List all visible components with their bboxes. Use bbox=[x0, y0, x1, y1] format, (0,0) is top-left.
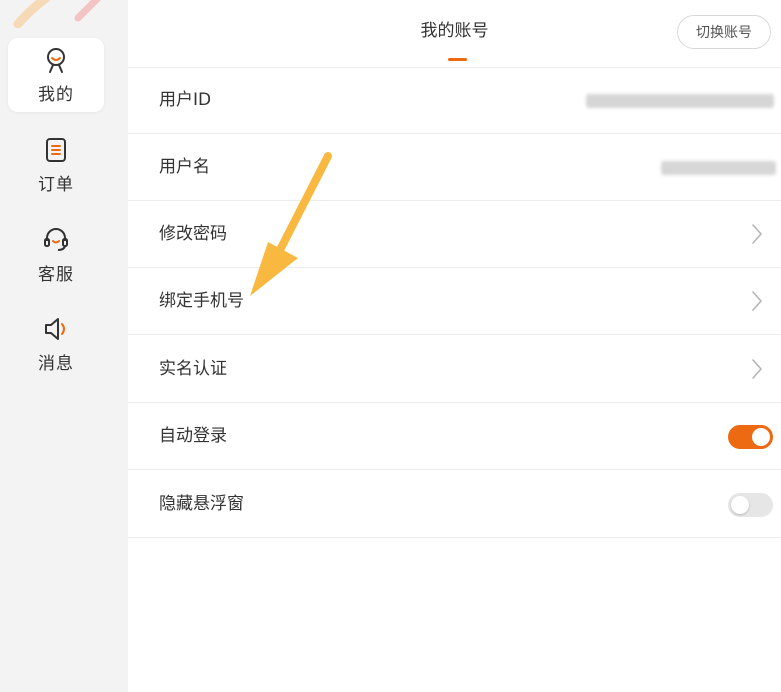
user-id-row: 用户ID bbox=[128, 67, 781, 134]
sidebar-item-support[interactable]: 客服 bbox=[8, 218, 104, 292]
username-row: 用户名 bbox=[128, 134, 781, 201]
sidebar-item-label: 订单 bbox=[38, 174, 74, 195]
title-underline bbox=[448, 58, 467, 61]
bind-phone-row[interactable]: 绑定手机号 bbox=[128, 268, 781, 335]
auto-login-label: 自动登录 bbox=[159, 426, 227, 446]
document-icon bbox=[42, 136, 70, 164]
speaker-icon bbox=[42, 315, 70, 343]
sidebar-item-label: 客服 bbox=[38, 264, 74, 285]
user-id-label: 用户ID bbox=[159, 90, 212, 110]
header: 我的账号 切换账号 bbox=[128, 0, 781, 68]
decorative-brush-strokes bbox=[13, 0, 101, 28]
sidebar: 我的 订单 客服 消息 bbox=[0, 0, 128, 692]
real-name-auth-row[interactable]: 实名认证 bbox=[128, 336, 781, 403]
account-panel: 我的账号 切换账号 用户ID 用户名 修改密码 绑定手机号 实名认证 自动登录 … bbox=[128, 0, 781, 692]
user-icon bbox=[42, 46, 70, 74]
chevron-right-icon bbox=[752, 359, 762, 379]
sidebar-item-messages[interactable]: 消息 bbox=[8, 307, 104, 381]
sidebar-item-label: 我的 bbox=[38, 84, 74, 105]
toggle-knob bbox=[752, 428, 770, 446]
user-id-value-redacted bbox=[586, 94, 774, 108]
username-label: 用户名 bbox=[159, 157, 210, 177]
auto-login-toggle[interactable] bbox=[728, 425, 773, 449]
real-name-auth-label: 实名认证 bbox=[159, 359, 227, 379]
switch-account-button[interactable]: 切换账号 bbox=[677, 15, 771, 49]
sidebar-item-mine[interactable]: 我的 bbox=[8, 38, 104, 112]
bind-phone-label: 绑定手机号 bbox=[159, 291, 244, 311]
change-password-row[interactable]: 修改密码 bbox=[128, 201, 781, 268]
sidebar-item-label: 消息 bbox=[38, 353, 74, 374]
sidebar-item-orders[interactable]: 订单 bbox=[8, 128, 104, 202]
toggle-knob bbox=[731, 496, 749, 514]
username-value-redacted bbox=[661, 161, 776, 175]
hide-float-window-toggle[interactable] bbox=[728, 493, 773, 517]
headset-icon bbox=[42, 226, 70, 254]
auto-login-row: 自动登录 bbox=[128, 403, 781, 470]
chevron-right-icon bbox=[752, 291, 762, 311]
chevron-right-icon bbox=[752, 224, 762, 244]
hide-float-window-label: 隐藏悬浮窗 bbox=[159, 494, 244, 514]
change-password-label: 修改密码 bbox=[159, 224, 227, 244]
hide-float-window-row: 隐藏悬浮窗 bbox=[128, 471, 781, 538]
